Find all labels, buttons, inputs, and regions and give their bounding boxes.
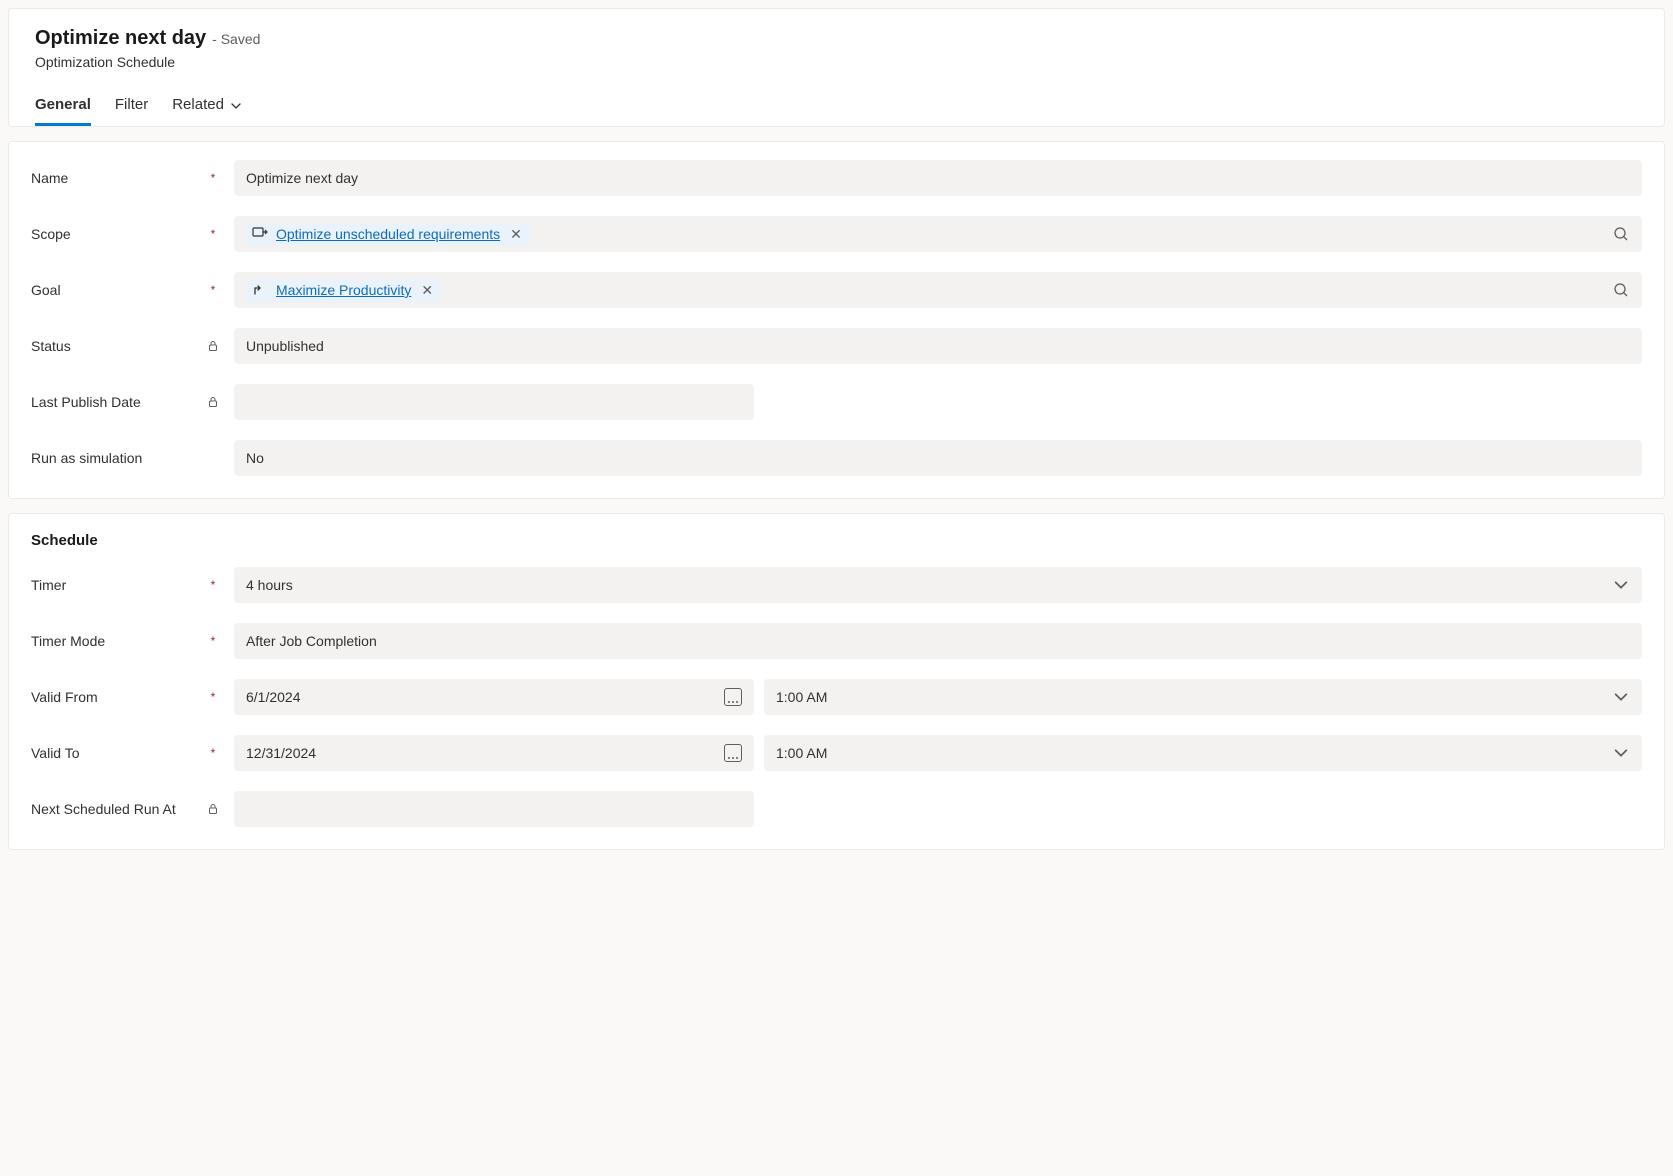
- lookup-tag: Optimize unscheduled requirements ✕: [246, 223, 530, 246]
- tab-related[interactable]: Related: [172, 96, 242, 126]
- last-publish-field: [234, 384, 754, 420]
- field-label: Next Scheduled Run At: [31, 801, 176, 817]
- input-value: Optimize next day: [246, 170, 1630, 186]
- tab-label: Filter: [115, 96, 148, 113]
- tab-label: Related: [172, 96, 224, 113]
- field-label: Last Publish Date: [31, 394, 141, 410]
- lookup-link[interactable]: Maximize Productivity: [276, 282, 411, 298]
- field-row-last-publish: Last Publish Date: [31, 384, 1642, 420]
- field-value: Unpublished: [246, 338, 1630, 354]
- remove-icon[interactable]: ✕: [419, 282, 435, 299]
- entity-name: Optimization Schedule: [35, 54, 1638, 70]
- search-icon[interactable]: [1612, 225, 1630, 243]
- section-title: Schedule: [31, 532, 1642, 549]
- lock-icon: [206, 396, 220, 408]
- calendar-icon[interactable]: [724, 688, 742, 706]
- remove-icon[interactable]: ✕: [508, 226, 524, 243]
- tab-general[interactable]: General: [35, 96, 91, 126]
- required-marker: *: [206, 172, 220, 184]
- timer-mode-field[interactable]: After Job Completion: [234, 623, 1642, 659]
- valid-to-time-select[interactable]: 1:00 AM: [764, 735, 1642, 771]
- field-label: Valid To: [31, 745, 80, 761]
- tab-filter[interactable]: Filter: [115, 96, 148, 126]
- date-value: 6/1/2024: [246, 689, 716, 705]
- field-label: Goal: [31, 282, 61, 298]
- field-label: Scope: [31, 226, 71, 242]
- save-status: - Saved: [212, 31, 260, 47]
- select-value: 4 hours: [246, 577, 1604, 593]
- timer-select[interactable]: 4 hours: [234, 567, 1642, 603]
- page-title: Optimize next day: [35, 27, 206, 50]
- valid-from-date-input[interactable]: 6/1/2024: [234, 679, 754, 715]
- scope-lookup[interactable]: Optimize unscheduled requirements ✕: [234, 216, 1642, 252]
- field-label: Run as simulation: [31, 450, 142, 466]
- field-label: Timer: [31, 577, 66, 593]
- lock-icon: [206, 340, 220, 352]
- field-row-next-run: Next Scheduled Run At: [31, 791, 1642, 827]
- field-row-timer: Timer * 4 hours: [31, 567, 1642, 603]
- goal-lookup[interactable]: Maximize Productivity ✕: [234, 272, 1642, 308]
- required-marker: *: [206, 284, 220, 296]
- valid-from-time-select[interactable]: 1:00 AM: [764, 679, 1642, 715]
- next-run-field: [234, 791, 754, 827]
- lookup-tag: Maximize Productivity ✕: [246, 279, 441, 302]
- required-marker: *: [206, 691, 220, 703]
- search-icon[interactable]: [1612, 281, 1630, 299]
- section-schedule: Schedule Timer * 4 hours Timer Mode * Af…: [8, 513, 1665, 850]
- field-label: Valid From: [31, 689, 98, 705]
- date-value: 12/31/2024: [246, 745, 716, 761]
- required-marker: *: [206, 747, 220, 759]
- field-row-run-as-simulation: Run as simulation No: [31, 440, 1642, 476]
- required-marker: *: [206, 579, 220, 591]
- calendar-icon[interactable]: [724, 744, 742, 762]
- chevron-down-icon: [1612, 576, 1630, 594]
- field-label: Timer Mode: [31, 633, 105, 649]
- section-general: Name * Optimize next day Scope * Optimiz…: [8, 141, 1665, 499]
- lock-icon: [206, 803, 220, 815]
- valid-to-date-input[interactable]: 12/31/2024: [234, 735, 754, 771]
- form-tabs: General Filter Related: [35, 96, 1638, 126]
- field-row-goal: Goal * Maximize Productivity ✕: [31, 272, 1642, 308]
- required-marker: *: [206, 635, 220, 647]
- scope-icon: [252, 226, 268, 242]
- required-marker: *: [206, 228, 220, 240]
- field-value: No: [246, 450, 1630, 466]
- field-row-valid-to: Valid To * 12/31/2024 1:00 AM: [31, 735, 1642, 771]
- field-row-name: Name * Optimize next day: [31, 160, 1642, 196]
- status-field: Unpublished: [234, 328, 1642, 364]
- field-value: After Job Completion: [246, 633, 1630, 649]
- time-value: 1:00 AM: [776, 689, 1604, 705]
- run-as-simulation-field[interactable]: No: [234, 440, 1642, 476]
- lookup-link[interactable]: Optimize unscheduled requirements: [276, 226, 500, 242]
- field-row-scope: Scope * Optimize unscheduled requirement…: [31, 216, 1642, 252]
- field-row-timer-mode: Timer Mode * After Job Completion: [31, 623, 1642, 659]
- field-row-status: Status Unpublished: [31, 328, 1642, 364]
- chevron-down-icon: [1612, 688, 1630, 706]
- field-label: Status: [31, 338, 71, 354]
- chevron-down-icon: [1612, 744, 1630, 762]
- goal-icon: [252, 282, 268, 298]
- time-value: 1:00 AM: [776, 745, 1604, 761]
- tab-label: General: [35, 96, 91, 113]
- name-input[interactable]: Optimize next day: [234, 160, 1642, 196]
- record-header: Optimize next day - Saved Optimization S…: [8, 8, 1665, 127]
- chevron-down-icon: [230, 99, 242, 111]
- field-row-valid-from: Valid From * 6/1/2024 1:00 AM: [31, 679, 1642, 715]
- field-label: Name: [31, 170, 68, 186]
